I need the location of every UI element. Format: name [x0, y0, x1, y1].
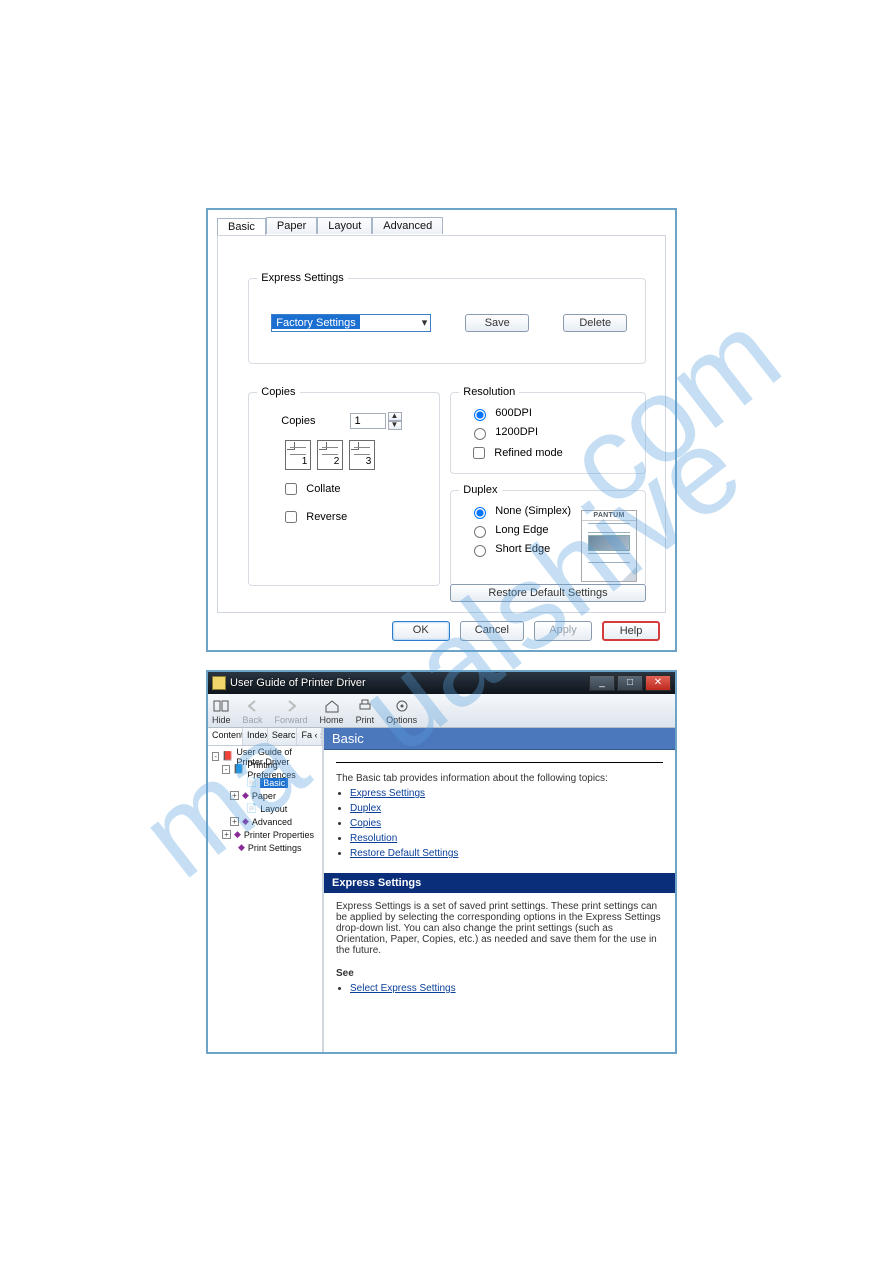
toolbar-print[interactable]: Print: [356, 698, 375, 725]
tab-basic[interactable]: Basic: [217, 218, 266, 235]
cancel-button[interactable]: Cancel: [460, 621, 524, 641]
topic-links: Express Settings Duplex Copies Resolutio…: [350, 788, 663, 859]
topic-intro: The Basic tab provides information about…: [336, 773, 663, 784]
radio-600dpi[interactable]: 600DPI: [469, 406, 637, 421]
express-combo[interactable]: Factory Settings: [271, 314, 431, 332]
page-icon: 1: [285, 440, 311, 470]
page-icon: 3: [349, 440, 375, 470]
topic-pane: Basic The Basic tab provides information…: [324, 728, 675, 1052]
tree-advanced[interactable]: Advanced: [252, 817, 292, 827]
toolbar-options[interactable]: Options: [386, 698, 417, 725]
hide-icon: [213, 698, 229, 714]
express-settings-group: Express Settings Factory Settings Save D…: [248, 272, 646, 364]
dialog-buttons: OK Cancel Apply Help: [217, 615, 666, 641]
express-legend: Express Settings: [257, 272, 348, 284]
link-duplex[interactable]: Duplex: [350, 803, 381, 814]
help-window: User Guide of Printer Driver _ □ ✕ Hide …: [206, 670, 677, 1054]
tree-layout[interactable]: Layout: [260, 804, 287, 814]
link-copies[interactable]: Copies: [350, 818, 381, 829]
back-icon: [245, 698, 261, 714]
resolution-group: Resolution 600DPI 1200DPI Refined mode: [450, 386, 646, 474]
tab-layout[interactable]: Layout: [317, 217, 372, 234]
delete-button[interactable]: Delete: [563, 314, 627, 332]
nav-pane: Contents Index Search Fa ‹ › -📕User Guid…: [208, 728, 324, 1052]
restore-defaults-button[interactable]: Restore Default Settings: [450, 584, 646, 602]
reverse-checkbox[interactable]: Reverse: [281, 508, 431, 526]
link-select-express-settings[interactable]: Select Express Settings: [350, 983, 456, 994]
subtab-contents[interactable]: Contents: [208, 728, 243, 745]
link-resolution[interactable]: Resolution: [350, 833, 397, 844]
options-icon: [394, 698, 410, 714]
duplex-group: Duplex None (Simplex) Long Edge Short Ed…: [450, 484, 646, 586]
forward-icon: [283, 698, 299, 714]
subtab-favorites[interactable]: Fa ‹ ›: [297, 728, 322, 745]
toolbar-hide[interactable]: Hide: [212, 698, 231, 725]
copies-group: Copies Copies ▲ ▼ 1 2 3: [248, 386, 440, 586]
nav-subtabs: Contents Index Search Fa ‹ ›: [208, 728, 322, 746]
ok-button[interactable]: OK: [392, 621, 450, 641]
book-icon: 📘: [233, 764, 244, 775]
copies-preview: 1 2 3: [285, 440, 431, 470]
express-selected: Factory Settings: [272, 315, 359, 329]
refined-mode-checkbox[interactable]: Refined mode: [469, 444, 637, 462]
page-icon: 2: [317, 440, 343, 470]
tree-basic[interactable]: Basic: [260, 778, 288, 788]
save-button[interactable]: Save: [465, 314, 529, 332]
bullet-icon: ◆: [234, 829, 241, 840]
titlebar[interactable]: User Guide of Printer Driver _ □ ✕: [208, 672, 675, 694]
duplex-preview: PANTUM: [581, 510, 637, 582]
tree-props[interactable]: Printer Properties: [244, 830, 314, 840]
tree-settings[interactable]: Print Settings: [248, 843, 302, 853]
tabs: Basic Paper Layout Advanced: [217, 217, 672, 234]
close-button[interactable]: ✕: [645, 675, 671, 691]
bullet-icon: ◆: [242, 816, 249, 827]
section-body: Express Settings is a set of saved print…: [336, 901, 663, 956]
tab-paper[interactable]: Paper: [266, 217, 317, 234]
page-icon: 📄: [246, 803, 257, 814]
page-icon: 📄: [246, 777, 257, 788]
help-file-icon: [212, 676, 226, 690]
copies-label: Copies: [281, 415, 315, 427]
home-icon: [324, 698, 340, 714]
contents-tree[interactable]: -📕User Guide of Printer Driver -📘Printin…: [208, 746, 322, 1052]
help-button[interactable]: Help: [602, 621, 660, 641]
copies-spinner[interactable]: ▲ ▼: [388, 412, 402, 430]
copies-legend: Copies: [257, 386, 299, 398]
minimize-button[interactable]: _: [589, 675, 615, 691]
collate-checkbox[interactable]: Collate: [281, 480, 431, 498]
print-preferences-dialog: Basic Paper Layout Advanced Express Sett…: [206, 208, 677, 652]
resolution-legend: Resolution: [459, 386, 519, 398]
tab-advanced[interactable]: Advanced: [372, 217, 443, 234]
duplex-legend: Duplex: [459, 484, 501, 496]
toolbar-back[interactable]: Back: [243, 698, 263, 725]
book-icon: 📕: [222, 751, 233, 762]
copies-input[interactable]: [350, 413, 386, 429]
maximize-button[interactable]: □: [617, 675, 643, 691]
toolbar-home[interactable]: Home: [320, 698, 344, 725]
toolbar: Hide Back Forward Home Print Options: [208, 694, 675, 728]
link-express-settings[interactable]: Express Settings: [350, 788, 425, 799]
bullet-icon: ◆: [238, 842, 245, 853]
topic-title: Basic: [324, 728, 675, 750]
radio-1200dpi[interactable]: 1200DPI: [469, 425, 637, 440]
see-label: See: [336, 968, 663, 979]
spin-down-icon: ▼: [388, 421, 402, 430]
apply-button[interactable]: Apply: [534, 621, 592, 641]
subtab-index[interactable]: Index: [243, 728, 268, 745]
section-title: Express Settings: [324, 873, 675, 893]
print-icon: [357, 698, 373, 714]
tree-paper[interactable]: Paper: [252, 791, 276, 801]
subtab-search[interactable]: Search: [268, 728, 298, 745]
bullet-icon: ◆: [242, 790, 249, 801]
toolbar-forward[interactable]: Forward: [275, 698, 308, 725]
tab-basic-body: Express Settings Factory Settings Save D…: [217, 235, 666, 613]
window-title: User Guide of Printer Driver: [230, 677, 587, 689]
link-restore-defaults[interactable]: Restore Default Settings: [350, 848, 458, 859]
